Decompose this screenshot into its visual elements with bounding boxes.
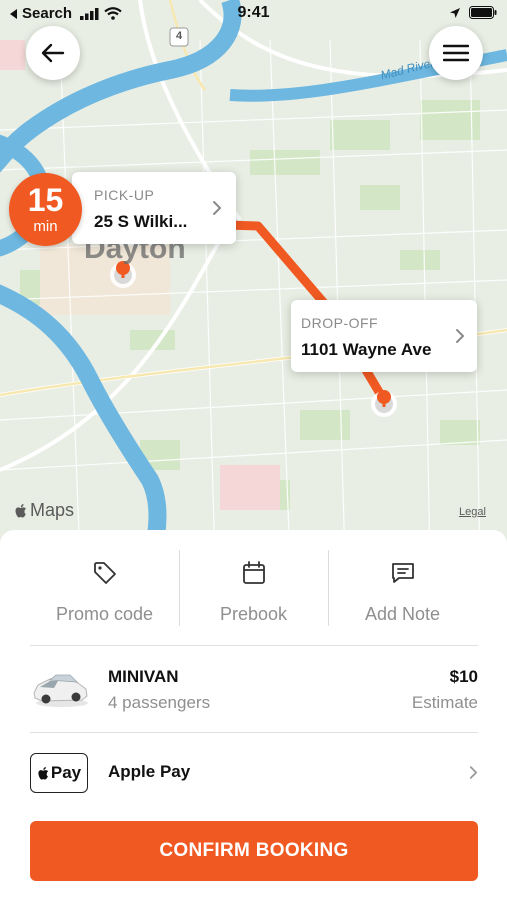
promo-code-button[interactable]: Promo code <box>30 548 179 646</box>
ride-capacity: 4 passengers <box>108 693 211 712</box>
eta-value: 15 <box>27 182 64 218</box>
apple-pay-badge-text: Pay <box>50 763 82 782</box>
add-note-label: Add Note <box>364 604 441 624</box>
prebook-button[interactable]: Prebook <box>179 548 328 646</box>
pickup-callout[interactable]: PICK-UP 25 S Wilki... <box>72 172 236 244</box>
payment-method-name: Apple Pay <box>108 762 191 781</box>
chevron-right-icon <box>456 329 464 343</box>
back-button[interactable] <box>26 26 80 80</box>
apple-logo-icon <box>15 503 26 517</box>
maps-brand-label: Maps <box>30 500 75 520</box>
chevron-right-icon <box>213 201 221 215</box>
status-bar: Search 9:41 <box>0 0 507 28</box>
apple-pay-badge: Pay <box>30 753 88 793</box>
price-note: Estimate <box>411 693 478 712</box>
confirm-booking-button[interactable]: CONFIRM BOOKING <box>30 821 478 881</box>
map-background <box>0 0 507 560</box>
booking-sheet: Promo code Prebook Add Note MINIVAN 4 pa… <box>0 530 507 900</box>
clock: 9:41 <box>237 4 270 21</box>
payment-method-row[interactable]: Pay Apple Pay <box>30 740 478 810</box>
prebook-label: Prebook <box>219 604 288 624</box>
apple-maps-attribution: Maps <box>14 500 74 521</box>
promo-code-label: Promo code <box>55 604 154 624</box>
pickup-label: PICK-UP <box>94 187 155 203</box>
location-arrow-icon <box>450 7 460 18</box>
dropoff-label: DROP-OFF <box>301 315 379 331</box>
add-note-button[interactable]: Add Note <box>328 548 477 646</box>
tag-icon <box>94 562 116 584</box>
chevron-right-icon <box>469 766 478 779</box>
ride-option-row[interactable]: MINIVAN 4 passengers $10 Estimate <box>30 653 478 733</box>
menu-button[interactable] <box>429 26 483 80</box>
eta-unit: min <box>33 218 58 235</box>
battery-icon <box>469 6 497 19</box>
booking-options: Promo code Prebook Add Note <box>30 548 478 646</box>
eta-badge: 15 min <box>9 173 82 246</box>
route-shield-label: 4 <box>175 30 183 42</box>
pickup-address: 25 S Wilki... <box>94 212 188 231</box>
map-view[interactable]: 4 Mad River Dayton <box>0 0 507 560</box>
apple-logo-icon <box>38 766 49 780</box>
legal-link[interactable]: Legal <box>459 506 486 518</box>
dropoff-address: 1101 Wayne Ave <box>301 340 432 359</box>
ride-type: MINIVAN <box>108 667 179 686</box>
divider <box>30 732 478 733</box>
divider <box>30 645 478 646</box>
dropoff-callout[interactable]: DROP-OFF 1101 Wayne Ave <box>291 300 477 372</box>
note-icon <box>392 563 414 583</box>
hamburger-menu-icon <box>443 44 469 62</box>
car-icon <box>33 674 88 707</box>
arrow-left-icon <box>41 43 65 63</box>
ride-price: $10 <box>449 667 478 686</box>
calendar-icon <box>243 561 265 584</box>
